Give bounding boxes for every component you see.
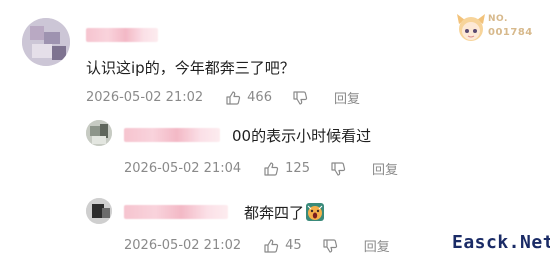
like-count: 45 — [285, 238, 302, 253]
commenter-name[interactable] — [86, 28, 158, 42]
like-button[interactable]: 466 — [225, 90, 272, 106]
thumbs-up-icon — [226, 90, 241, 105]
comment-text: 都奔四了 — [244, 202, 325, 223]
comment-meta: 2026-05-02 21:02 45 回复 — [124, 236, 390, 255]
comment-text: 认识这ip的，今年都奔三了吧？ — [86, 59, 295, 77]
commenter-avatar[interactable] — [22, 18, 70, 66]
commenter-avatar[interactable] — [86, 120, 112, 146]
thumbs-up-icon — [264, 161, 279, 176]
dislike-button[interactable] — [330, 161, 352, 177]
dislike-button[interactable] — [292, 90, 314, 106]
reply-button[interactable]: 回复 — [364, 236, 390, 255]
like-count: 125 — [285, 161, 310, 176]
commenter-name[interactable] — [124, 128, 220, 142]
like-button[interactable]: 45 — [263, 238, 302, 254]
thumbs-down-icon — [331, 161, 346, 176]
comment-text: 00的表示小时候看过 — [232, 127, 372, 145]
reply-button[interactable]: 回复 — [334, 88, 360, 107]
site-watermark: Easck.Net — [452, 232, 550, 253]
commenter-name[interactable] — [124, 205, 228, 219]
like-count: 466 — [247, 90, 272, 105]
fan-badge: NO. 001784 — [446, 8, 538, 48]
commenter-avatar[interactable] — [86, 198, 112, 224]
like-button[interactable]: 125 — [263, 161, 310, 177]
comment-time: 2026-05-02 21:04 — [124, 161, 242, 176]
reply-button[interactable]: 回复 — [372, 159, 398, 178]
thumbs-down-icon — [293, 90, 308, 105]
comment-text-content: 都奔四了 — [244, 204, 305, 222]
anime-girl-icon — [457, 14, 485, 41]
badge-prefix: NO. — [488, 14, 508, 24]
scream-emoji-icon — [306, 203, 325, 221]
thumbs-up-icon — [264, 238, 279, 253]
comment-time: 2026-05-02 21:02 — [124, 238, 242, 253]
comment-meta: 2026-05-02 21:04 125 回复 — [124, 159, 398, 178]
comment-meta: 2026-05-02 21:02 466 回复 — [86, 88, 360, 107]
comment-time: 2026-05-02 21:02 — [86, 90, 204, 105]
thumbs-down-icon — [323, 238, 337, 253]
dislike-button[interactable] — [322, 238, 344, 254]
badge-number: 001784 — [488, 27, 533, 38]
